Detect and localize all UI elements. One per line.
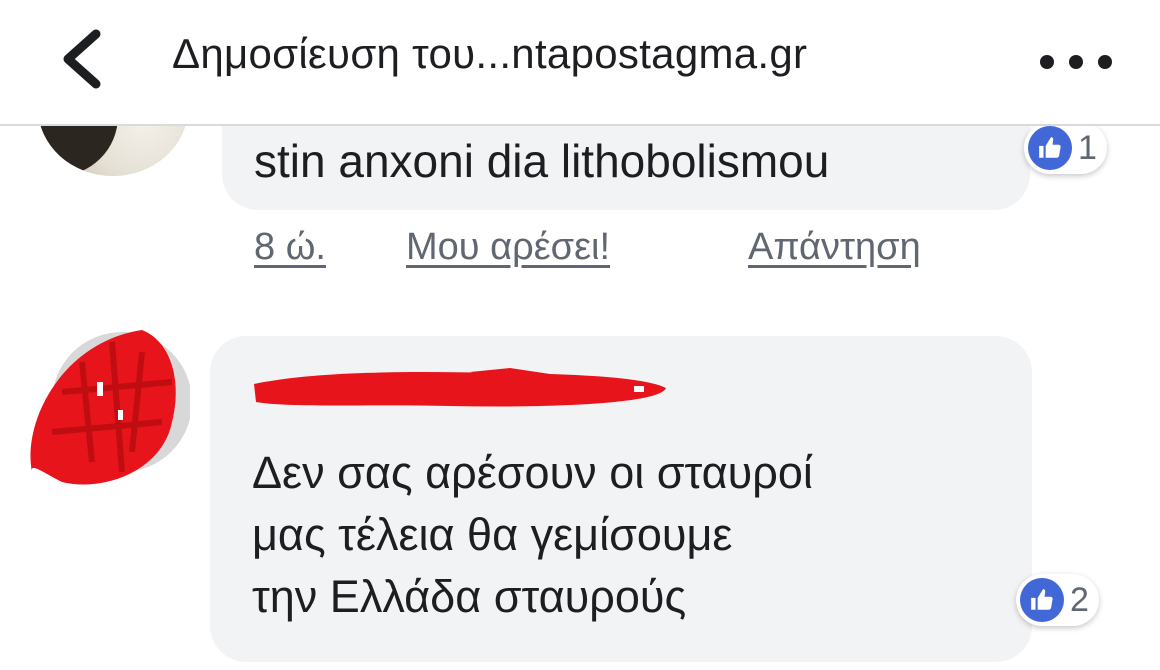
comment-text-line: την Ελλάδα σταυρούς — [252, 571, 687, 622]
commenter-avatar-redacted[interactable] — [22, 322, 192, 490]
more-options-button[interactable] — [1040, 52, 1112, 72]
reaction-badge[interactable]: 1 — [1024, 122, 1107, 174]
comment-text-line: μας τέλεια θα γεμίσουμε — [252, 509, 733, 560]
like-icon — [1020, 578, 1064, 622]
chevron-left-icon — [63, 29, 101, 89]
author-name-redaction — [254, 368, 666, 407]
like-icon — [1028, 126, 1072, 170]
comment-timestamp-link[interactable]: 8 ώ. — [254, 226, 326, 269]
reply-link[interactable]: Απάντηση — [748, 226, 921, 269]
reaction-count: 2 — [1070, 580, 1089, 619]
avatar-redaction-scribble — [30, 330, 192, 485]
reaction-count: 1 — [1078, 128, 1097, 167]
like-link[interactable]: Μου αρέσει! — [406, 226, 610, 269]
comment-text: Δεν σας αρέσουν οι σταυροί μας τέλεια θα… — [252, 442, 813, 628]
comments-screen: stin anxoni dia lithobolismou 1 8 ώ. Μου… — [0, 0, 1160, 670]
back-button[interactable] — [52, 26, 112, 92]
top-nav-bar: Δημοσίευση του...ntapostagma.gr — [0, 0, 1160, 126]
comment-text: stin anxoni dia lithobolismou — [254, 135, 830, 187]
more-dots-icon — [1040, 55, 1054, 69]
comment-text-line: Δεν σας αρέσουν οι σταυροί — [252, 447, 813, 498]
page-title: Δημοσίευση του...ntapostagma.gr — [172, 30, 808, 77]
reaction-badge[interactable]: 2 — [1016, 574, 1099, 626]
